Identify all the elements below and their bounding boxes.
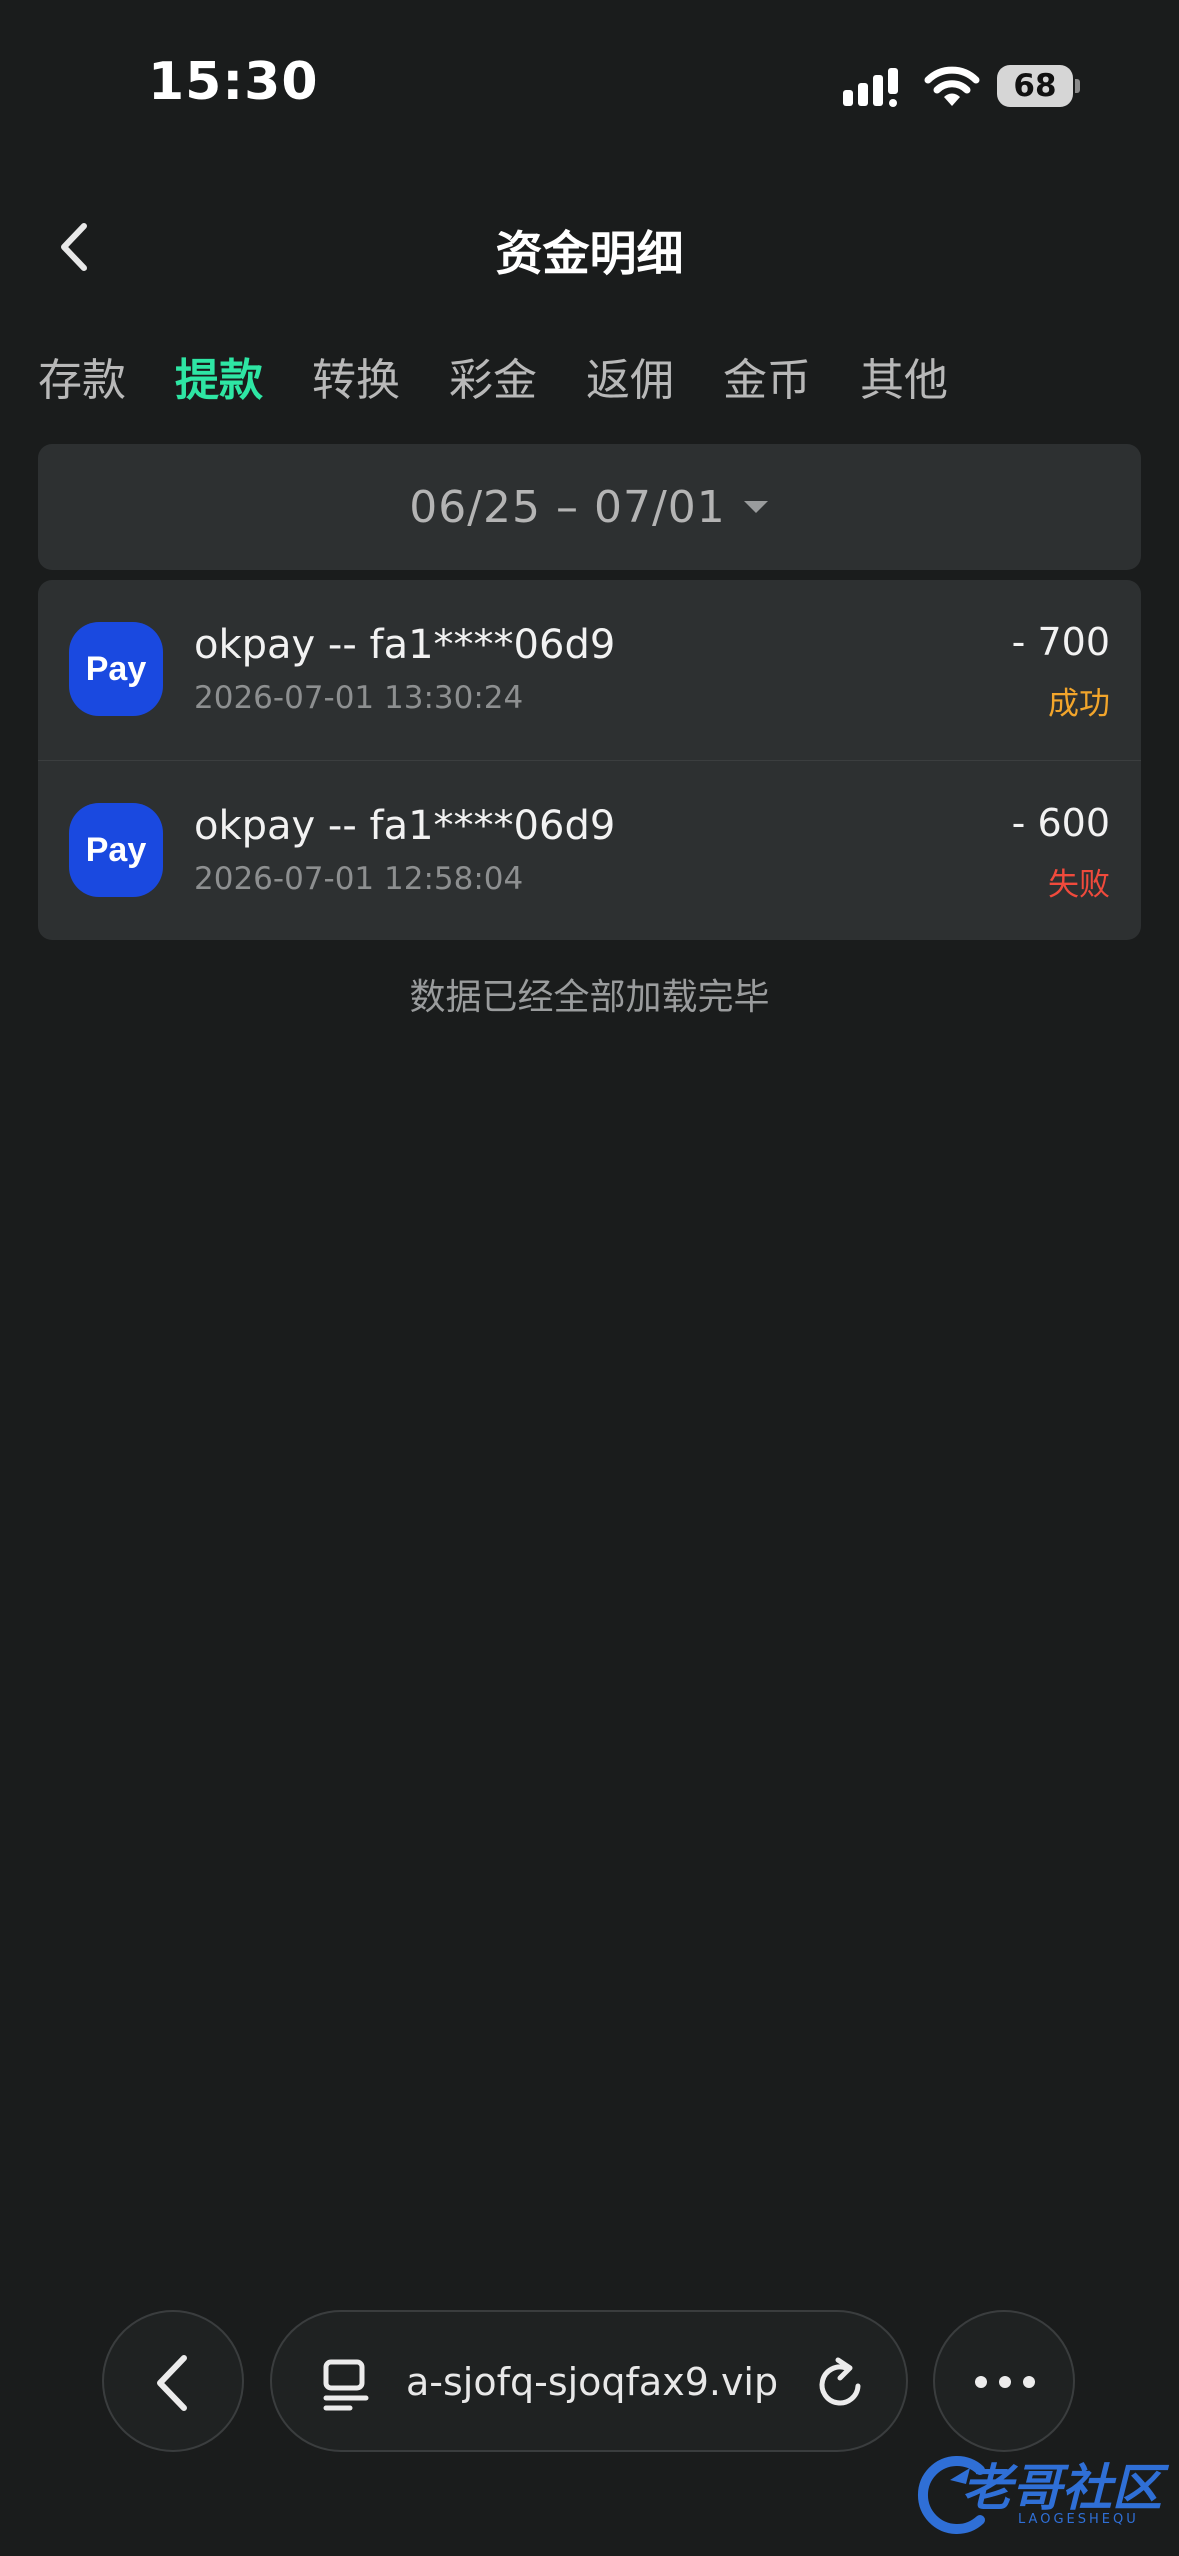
record-time: 2026-07-01 13:30:24 <box>194 680 524 716</box>
tab-deposit[interactable]: 存款 <box>38 350 126 420</box>
address-bar[interactable]: a-sjofq-sjoqfax9.vip <box>270 2310 908 2452</box>
record-list: Pay okpay -- fa1****06d9 2026-07-01 13:3… <box>38 580 1141 940</box>
list-item[interactable]: Pay okpay -- fa1****06d9 2026-07-01 12:5… <box>38 761 1141 940</box>
tab-rebate[interactable]: 返佣 <box>586 350 674 420</box>
battery-indicator: 68 <box>997 65 1080 107</box>
date-range-picker[interactable]: 06/25 – 07/01 <box>38 444 1141 570</box>
date-range-label: 06/25 – 07/01 <box>409 481 726 533</box>
browser-back-button[interactable] <box>102 2310 244 2452</box>
pay-logo-icon: Pay <box>69 622 163 716</box>
watermark: 老哥社区 LAOGESHEQU <box>910 2444 1170 2544</box>
battery-cap <box>1075 79 1080 93</box>
record-status: 失败 <box>1048 867 1110 903</box>
watermark-subtext: LAOGESHEQU <box>1018 2512 1139 2527</box>
chevron-left-icon <box>157 2355 187 2411</box>
pay-logo-icon: Pay <box>69 803 163 897</box>
tab-withdraw[interactable]: 提款 <box>175 350 263 420</box>
record-time: 2026-07-01 12:58:04 <box>194 861 524 897</box>
watermark-text: 老哥社区 <box>962 2459 1162 2517</box>
record-name: okpay -- fa1****06d9 <box>194 622 616 668</box>
ellipsis-icon <box>975 2376 1035 2388</box>
battery-level: 68 <box>997 65 1073 107</box>
caret-down-icon <box>743 501 768 513</box>
category-tabs: 存款 提款 转换 彩金 返佣 金币 其他 <box>38 350 997 420</box>
tab-transfer[interactable]: 转换 <box>312 350 400 420</box>
record-status: 成功 <box>1048 686 1110 722</box>
page-title: 资金明细 <box>495 227 684 282</box>
record-amount: - 700 <box>1011 620 1110 664</box>
tab-bonus[interactable]: 彩金 <box>449 350 537 420</box>
status-bar: 15:30 68 <box>0 0 1179 170</box>
record-name: okpay -- fa1****06d9 <box>194 803 616 849</box>
tab-coins[interactable]: 金币 <box>723 350 811 420</box>
record-amount: - 600 <box>1011 801 1110 845</box>
cellular-signal-icon <box>843 68 898 107</box>
list-end-hint: 数据已经全部加载完毕 <box>409 977 770 1018</box>
wifi-icon <box>924 66 980 106</box>
tab-other[interactable]: 其他 <box>860 350 948 420</box>
status-time: 15:30 <box>148 52 319 112</box>
tabs-overview-icon[interactable] <box>320 2356 376 2412</box>
url-text[interactable]: a-sjofq-sjoqfax9.vip <box>406 2356 786 2408</box>
reload-icon[interactable] <box>812 2356 868 2412</box>
more-options-button[interactable] <box>933 2310 1075 2452</box>
list-item[interactable]: Pay okpay -- fa1****06d9 2026-07-01 13:3… <box>38 580 1141 761</box>
